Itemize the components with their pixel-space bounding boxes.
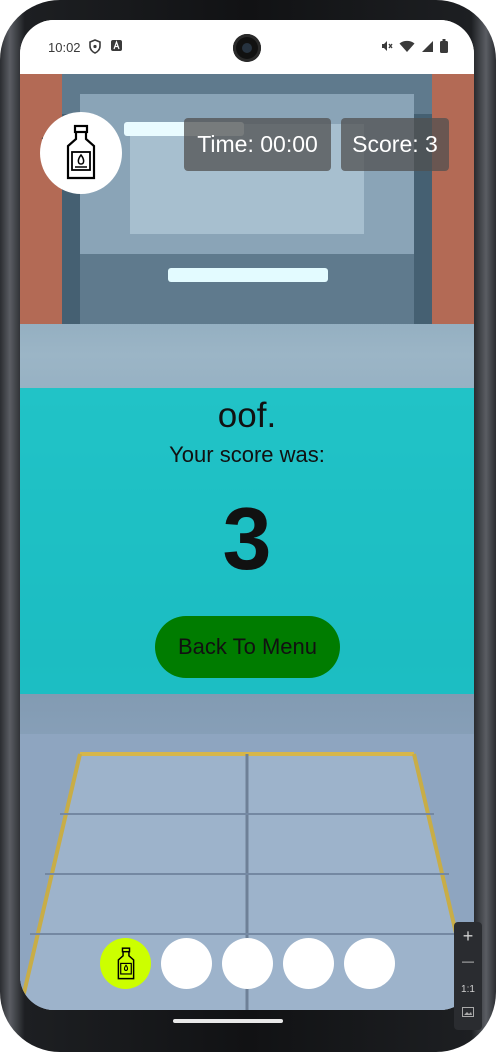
- zoom-in-button[interactable]: +: [454, 926, 482, 947]
- home-gesture-bar[interactable]: [173, 1019, 283, 1023]
- selected-item-badge: [40, 112, 122, 194]
- inventory-slot-empty[interactable]: [283, 938, 334, 989]
- front-camera: [233, 34, 261, 62]
- bottle-icon: [117, 946, 134, 979]
- inventory-slot-empty[interactable]: [344, 938, 395, 989]
- screenshot-icon[interactable]: [454, 1006, 482, 1020]
- phone-screen: 10:02 Time: 00:00 Score: 3 oof. Your sco…: [20, 20, 474, 1010]
- bottle-icon: [66, 124, 96, 180]
- battery-icon: [440, 39, 448, 53]
- score-caption: Your score was:: [169, 442, 325, 467]
- timer-display: Time: 00:00: [184, 118, 331, 171]
- mute-icon: [382, 41, 393, 51]
- game-background: ← Time: 00:00 Score: 3 oof. Your score w…: [20, 74, 474, 1010]
- status-time: 10:02: [48, 40, 81, 55]
- game-over-title: oof.: [217, 396, 277, 435]
- signal-icon: [422, 40, 433, 52]
- shield-icon: [89, 39, 101, 54]
- zoom-out-button[interactable]: —: [454, 954, 482, 968]
- app-notification-icon: [111, 40, 122, 51]
- inventory-bar: [100, 938, 395, 989]
- score-display: Score: 3: [341, 118, 449, 171]
- zoom-actual-size-button[interactable]: 1:1: [454, 984, 482, 995]
- status-bar: 10:02: [20, 20, 474, 74]
- spaceship-corridor-ceiling: [20, 74, 474, 324]
- emulator-zoom-toolbar: + — 1:1: [454, 922, 482, 1030]
- inventory-slot-empty[interactable]: [161, 938, 212, 989]
- final-score: 3: [222, 489, 272, 588]
- wifi-icon: [399, 40, 415, 52]
- game-over-panel: oof. Your score was: 3 Back To Menu: [20, 388, 474, 694]
- back-to-menu-button[interactable]: Back To Menu: [155, 616, 340, 678]
- inventory-slot-bottle[interactable]: [100, 938, 151, 989]
- inventory-slot-empty[interactable]: [222, 938, 273, 989]
